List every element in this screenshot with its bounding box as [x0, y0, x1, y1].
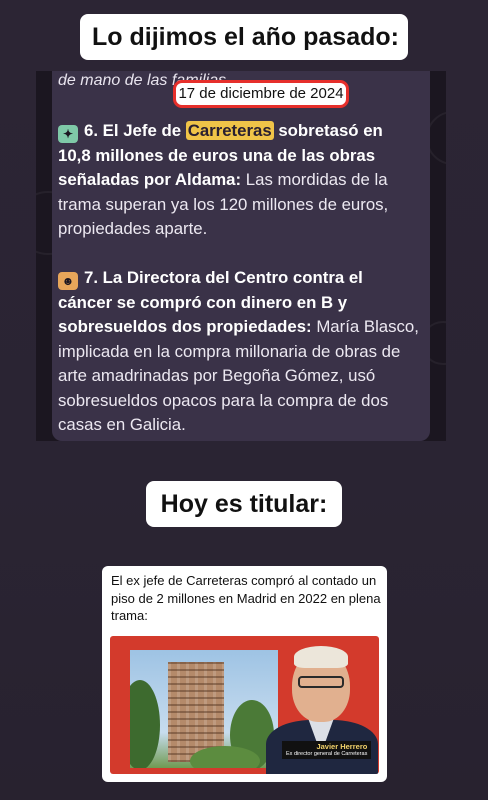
chat-item-7: ☻ 7. La Directora del Centro contra el cá… — [58, 266, 420, 438]
pin-icon: ✦ — [58, 125, 78, 143]
news-headline[interactable]: El ex jefe de Carreteras compró al conta… — [111, 572, 381, 625]
top-caption: Lo dijimos el año pasado: — [80, 14, 408, 60]
hair — [294, 646, 348, 668]
name-tag: Javier Herrero Ex director general de Ca… — [282, 741, 372, 759]
item6-number: 6. — [84, 121, 98, 140]
item6-highlight: Carreteras — [185, 121, 274, 140]
building-photo — [130, 650, 278, 768]
glasses — [298, 676, 344, 688]
item6-bold-prefix: El Jefe de — [102, 121, 182, 140]
person-role: Ex director general de Carreteras — [286, 751, 368, 757]
news-image[interactable]: Javier Herrero Ex director general de Ca… — [110, 636, 379, 774]
chat-item-6: ✦ 6. El Jefe de Carreteras sobretasó en 1… — [58, 119, 420, 242]
middle-caption: Hoy es titular: — [146, 481, 342, 527]
shrubs — [190, 746, 260, 768]
news-card[interactable]: El ex jefe de Carreteras compró al conta… — [102, 566, 387, 782]
tree — [130, 680, 160, 768]
date-annotation: 17 de diciembre de 2024 — [173, 80, 349, 108]
story-page: Lo dijimos el año pasado: de mano de las… — [0, 0, 488, 800]
theater-masks-icon: ☻ — [58, 272, 78, 290]
item7-number: 7. — [84, 268, 98, 287]
person-name: Javier Herrero — [316, 742, 368, 751]
